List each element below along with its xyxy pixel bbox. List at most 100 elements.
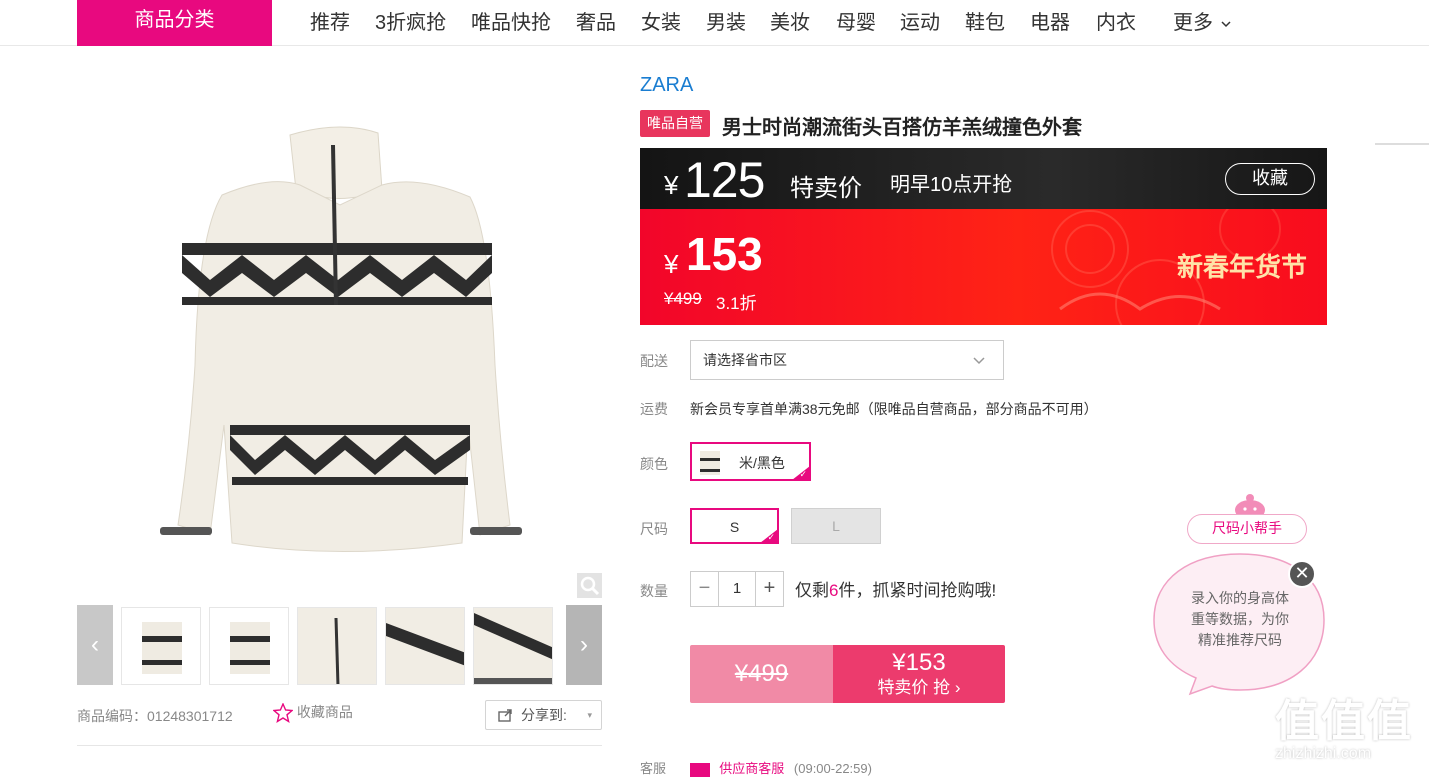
festival-price-banner: ¥ 153 ¥499 3.1折 新春年货节 — [640, 209, 1327, 325]
buy-action: 特卖价 抢 › — [833, 678, 1005, 698]
category-menu-button[interactable]: 商品分类 — [77, 0, 272, 46]
nav-item-appliances[interactable]: 电器 — [1030, 6, 1070, 35]
check-icon: ✓ — [799, 469, 807, 479]
buy-action-label: 特卖价 抢 — [877, 678, 951, 697]
quantity-stepper: − 1 + — [690, 571, 784, 607]
delivery-label: 配送 — [640, 353, 668, 369]
nav-item-luxury[interactable]: 奢品 — [576, 6, 616, 35]
side-indicator — [1375, 143, 1429, 145]
size-label: 尺码 — [640, 521, 668, 537]
thumbnail-strip: ‹ › — [77, 605, 602, 685]
buy-button[interactable]: ¥499 ¥153 特卖价 抢 › — [690, 645, 1005, 703]
close-helper-button[interactable]: ✕ — [1288, 560, 1316, 588]
chevron-right-icon: › — [580, 631, 588, 658]
quantity-increase-button[interactable]: + — [755, 572, 783, 606]
favorite-product-link[interactable]: 收藏商品 — [272, 702, 353, 724]
thumbnail-1[interactable] — [121, 607, 201, 685]
product-code: 商品编码：01248301712 — [77, 708, 233, 724]
shipping-info: 新会员专享首单满38元免邮（限唯品自营商品，部分商品不可用） — [690, 401, 1098, 417]
shipping-label: 运费 — [640, 401, 668, 417]
stock-suffix: 件，抓紧时间抢购哦! — [838, 581, 997, 600]
nav-item-mens[interactable]: 男装 — [706, 6, 746, 35]
special-price-banner: ¥ 125 特卖价 明早10点开抢 收藏 — [640, 148, 1327, 209]
festival-title: 新春年货节 — [1177, 252, 1308, 282]
thumbnail-prev-button[interactable]: ‹ — [77, 605, 113, 685]
size-helper-text: 录入你的身高体 重等数据，为你 精准推荐尺码 — [1150, 588, 1330, 651]
share-icon — [498, 709, 512, 722]
nav-item-beauty[interactable]: 美妆 — [770, 6, 810, 35]
size-option-s-label: S — [729, 519, 740, 535]
check-icon: ✓ — [767, 532, 775, 542]
nav-item-baby[interactable]: 母婴 — [836, 6, 876, 35]
collect-button[interactable]: 收藏 — [1225, 163, 1315, 195]
watermark-logo: 值值值 — [1275, 697, 1413, 746]
product-title: 男士时尚潮流街头百搭仿羊羔绒撞色外套 — [722, 117, 1082, 139]
size-option-l-label: L — [832, 518, 840, 534]
current-currency: ¥ — [664, 249, 679, 279]
zoom-button[interactable] — [577, 573, 602, 598]
color-option-selected[interactable]: 米/黑色 ✓ — [690, 442, 811, 481]
stock-prefix: 仅剩 — [795, 581, 829, 600]
stock-notice: 仅剩6件，抓紧时间抢购哦! — [795, 576, 996, 601]
special-price: 125 — [684, 152, 765, 208]
nav-item-underwear[interactable]: 内衣 — [1096, 6, 1136, 35]
size-helper-line-2: 重等数据，为你 — [1191, 611, 1289, 627]
thumbnail-next-button[interactable]: › — [566, 605, 602, 685]
chevron-right-icon: › — [950, 678, 961, 697]
quantity-decrease-button[interactable]: − — [691, 572, 719, 606]
thumbnail-5[interactable] — [473, 607, 553, 685]
buy-price: ¥153 — [892, 649, 946, 676]
size-helper-widget[interactable]: 尺码小帮手 录入你的身高体 重等数据，为你 精准推荐尺码 ✕ — [1150, 490, 1330, 700]
share-dropdown[interactable]: 分享到: ▾ — [485, 700, 602, 730]
brand-link[interactable]: ZARA — [640, 74, 693, 97]
customer-service-row: 客服 供应商客服 (09:00-22:59) — [640, 758, 872, 777]
nav-item-flash-sale[interactable]: 唯品快抢 — [471, 6, 551, 35]
close-icon: ✕ — [1294, 563, 1310, 583]
color-option-label: 米/黑色 — [739, 455, 785, 471]
nav-item-womens[interactable]: 女装 — [641, 6, 681, 35]
buy-original-price: ¥499 — [690, 645, 833, 703]
watermark-domain: zhizhizhi.com — [1275, 745, 1372, 762]
top-navigation: 商品分类 推荐 3折疯抢 唯品快抢 奢品 女装 男装 美妆 母婴 运动 鞋包 电… — [0, 0, 1429, 46]
nav-item-shoes-bags[interactable]: 鞋包 — [965, 6, 1005, 35]
special-price-label: 特卖价 — [790, 175, 862, 202]
region-select-value: 请选择省市区 — [703, 352, 787, 368]
quantity-label: 数量 — [640, 583, 668, 599]
nav-item-recommend[interactable]: 推荐 — [310, 6, 350, 35]
self-operated-badge: 唯品自营 — [640, 110, 710, 137]
current-price: 153 — [686, 228, 763, 280]
star-icon — [272, 702, 294, 724]
discount-rate: 3.1折 — [716, 294, 757, 313]
sale-start-time: 明早10点开抢 — [890, 174, 1013, 196]
buy-price-panel: ¥153 特卖价 抢 › — [833, 645, 1005, 703]
size-helper-line-1: 录入你的身高体 — [1191, 590, 1289, 606]
nav-item-more[interactable]: 更多 — [1173, 6, 1231, 35]
share-label: 分享到: — [521, 707, 567, 723]
magnifier-icon — [580, 576, 600, 596]
quantity-value[interactable]: 1 — [719, 572, 755, 606]
size-option-s[interactable]: S ✓ — [690, 508, 779, 544]
special-currency: ¥ — [664, 170, 679, 200]
color-label: 颜色 — [640, 456, 668, 472]
site-watermark: 值值值 zhizhizhi.com — [1275, 685, 1413, 763]
size-helper-line-3: 精准推荐尺码 — [1198, 632, 1282, 648]
thumbnail-4[interactable] — [385, 607, 465, 685]
divider — [77, 745, 602, 746]
size-helper-title[interactable]: 尺码小帮手 — [1187, 514, 1307, 544]
thumbnail-2[interactable] — [209, 607, 289, 685]
caret-down-icon: ▾ — [587, 710, 592, 720]
service-icon — [689, 762, 710, 777]
product-meta-row: 商品编码：01248301712 收藏商品 分享到: ▾ — [77, 700, 602, 730]
favorite-product-label: 收藏商品 — [296, 704, 353, 720]
chevron-down-icon — [1221, 21, 1231, 27]
nav-item-30-off[interactable]: 3折疯抢 — [375, 6, 446, 35]
thumbnail-3[interactable] — [297, 607, 377, 685]
product-main-image[interactable] — [150, 115, 530, 555]
color-swatch-thumbnail — [700, 451, 720, 475]
chevron-left-icon: ‹ — [91, 631, 99, 658]
nav-item-sports[interactable]: 运动 — [900, 6, 940, 35]
size-option-l[interactable]: L — [791, 508, 881, 544]
nav-more-label: 更多 — [1173, 12, 1213, 34]
original-price: ¥499 — [664, 289, 702, 308]
region-select[interactable]: 请选择省市区 — [690, 340, 1004, 380]
